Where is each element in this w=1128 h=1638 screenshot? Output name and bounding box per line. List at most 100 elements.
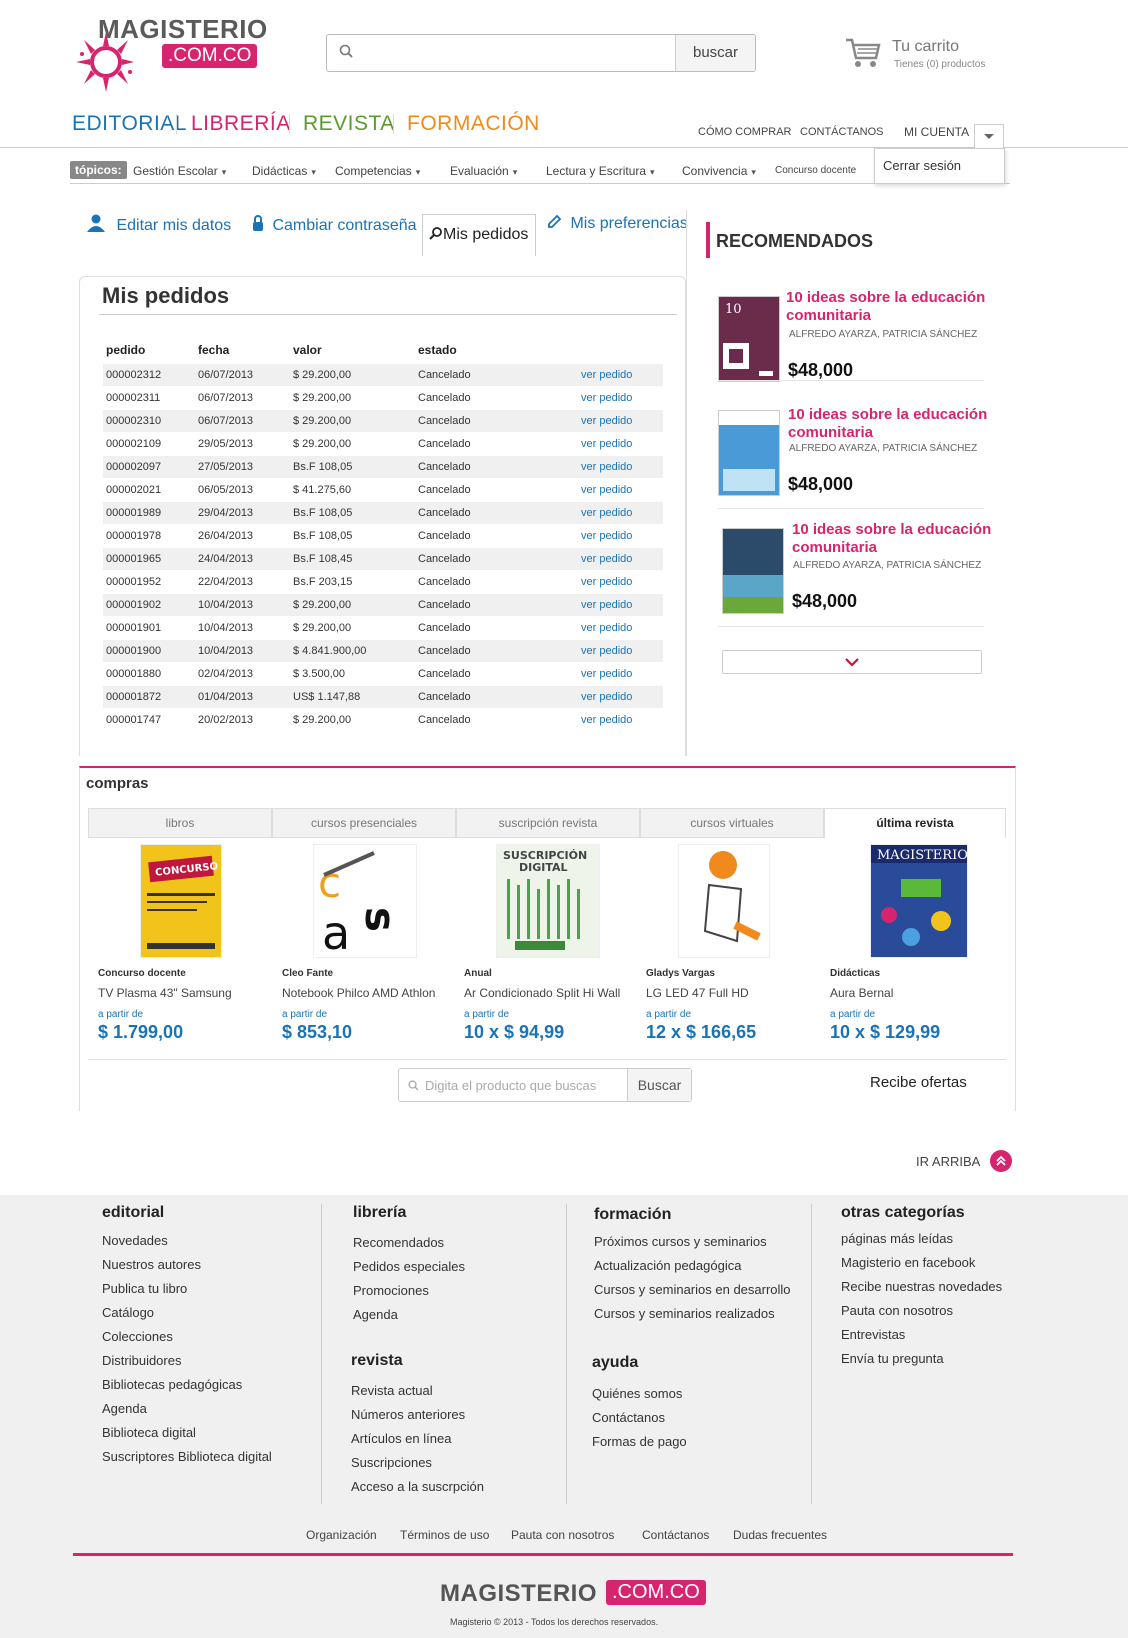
- view-order-link[interactable]: ver pedido: [581, 668, 632, 680]
- view-order-link[interactable]: ver pedido: [581, 691, 632, 703]
- view-order-link[interactable]: ver pedido: [581, 576, 632, 588]
- view-order-link[interactable]: ver pedido: [581, 714, 632, 726]
- footer-link[interactable]: Colecciones: [102, 1329, 173, 1344]
- view-order-link[interactable]: ver pedido: [581, 599, 632, 611]
- topic-item[interactable]: Lectura y Escritura ▾: [546, 164, 655, 178]
- tab-latest-issue[interactable]: última revista: [824, 808, 1006, 838]
- footer-link[interactable]: Recibe nuestras novedades: [841, 1279, 1002, 1294]
- footer-link[interactable]: Biblioteca digital: [102, 1425, 196, 1440]
- view-order-link[interactable]: ver pedido: [581, 415, 632, 427]
- footer-bottom-link[interactable]: Dudas frecuentes: [733, 1528, 827, 1542]
- footer-link[interactable]: Acceso a la suscrpción: [351, 1479, 484, 1494]
- book-cover[interactable]: [722, 528, 784, 614]
- back-to-top-link[interactable]: IR ARRIBA: [916, 1154, 980, 1169]
- view-order-link[interactable]: ver pedido: [581, 461, 632, 473]
- view-order-link[interactable]: ver pedido: [581, 369, 632, 381]
- topic-item[interactable]: Evaluación ▾: [450, 164, 517, 178]
- logo-domain-box[interactable]: .COM.CO: [162, 44, 258, 68]
- footer-link[interactable]: Formas de pago: [592, 1434, 687, 1449]
- product-image[interactable]: CONCURSO: [140, 844, 222, 958]
- footer-link[interactable]: Cursos y seminarios en desarrollo: [594, 1282, 791, 1297]
- footer-link[interactable]: Envía tu pregunta: [841, 1351, 944, 1366]
- footer-bottom-link[interactable]: Contáctanos: [642, 1528, 709, 1542]
- footer-link[interactable]: Bibliotecas pedagógicas: [102, 1377, 242, 1392]
- shopping-cart-icon[interactable]: [844, 36, 882, 70]
- view-order-link[interactable]: ver pedido: [581, 645, 632, 657]
- search-button[interactable]: buscar: [675, 35, 755, 71]
- footer-link[interactable]: páginas más leídas: [841, 1231, 953, 1246]
- nav-revista[interactable]: REVISTA: [303, 112, 395, 136]
- footer-link[interactable]: Actualización pedagógica: [594, 1258, 741, 1273]
- view-order-link[interactable]: ver pedido: [581, 622, 632, 634]
- product-name[interactable]: Aura Bernal: [830, 986, 893, 1000]
- tab-my-orders[interactable]: Mis pedidos: [422, 214, 536, 256]
- product-search-button[interactable]: Buscar: [627, 1069, 691, 1101]
- footer-logo-wordmark[interactable]: MAGISTERIO: [440, 1580, 597, 1608]
- footer-link[interactable]: Suscriptores Biblioteca digital: [102, 1449, 272, 1464]
- footer-link[interactable]: Publica tu libro: [102, 1281, 187, 1296]
- product-image[interactable]: cas: [313, 844, 417, 960]
- tab-virtual-courses[interactable]: cursos virtuales: [640, 808, 824, 838]
- footer-link[interactable]: Agenda: [102, 1401, 147, 1416]
- nav-formacion[interactable]: FORMACIÓN: [407, 112, 540, 136]
- footer-link[interactable]: Nuestros autores: [102, 1257, 201, 1272]
- topic-item[interactable]: Didácticas ▾: [252, 164, 316, 178]
- product-name[interactable]: Ar Condicionado Split Hi Wall: [464, 986, 620, 1000]
- footer-bottom-link[interactable]: Términos de uso: [400, 1528, 489, 1542]
- product-search-input[interactable]: Digita el producto que buscas: [425, 1078, 596, 1093]
- footer-link[interactable]: Pedidos especiales: [353, 1259, 465, 1274]
- footer-link[interactable]: Números anteriores: [351, 1407, 465, 1422]
- footer-link[interactable]: Distribuidores: [102, 1353, 181, 1368]
- product-image[interactable]: MAGISTERIO: [870, 844, 968, 958]
- footer-link[interactable]: Recomendados: [353, 1235, 444, 1250]
- contact-link[interactable]: CONTÁCTANOS: [800, 126, 884, 138]
- product-name[interactable]: Notebook Philco AMD Athlon: [282, 986, 435, 1000]
- back-to-top-button[interactable]: [990, 1150, 1012, 1172]
- topic-item[interactable]: Convivencia ▾: [682, 164, 756, 178]
- product-image[interactable]: [678, 844, 770, 958]
- view-order-link[interactable]: ver pedido: [581, 438, 632, 450]
- footer-link[interactable]: Pauta con nosotros: [841, 1303, 953, 1318]
- nav-editorial[interactable]: EDITORIAL: [72, 112, 187, 136]
- book-cover[interactable]: 10: [718, 296, 780, 382]
- logo-wordmark[interactable]: MAGISTERIO: [98, 14, 268, 45]
- footer-bottom-link[interactable]: Pauta con nosotros: [511, 1528, 614, 1542]
- footer-link[interactable]: Contáctanos: [592, 1410, 665, 1425]
- view-order-link[interactable]: ver pedido: [581, 484, 632, 496]
- footer-logo-domain-box[interactable]: .COM.CO: [606, 1580, 706, 1605]
- topic-item[interactable]: Concurso docente: [775, 165, 856, 176]
- footer-link[interactable]: Suscripciones: [351, 1455, 432, 1470]
- nav-libreria[interactable]: LIBRERÍA: [191, 112, 291, 136]
- tab-change-password[interactable]: Cambiar contraseña: [252, 214, 417, 235]
- account-dropdown-toggle[interactable]: [974, 124, 1004, 150]
- view-order-link[interactable]: ver pedido: [581, 530, 632, 542]
- footer-link[interactable]: Quiénes somos: [592, 1386, 682, 1401]
- recommended-book-title[interactable]: 10 ideas sobre la educación comunitaria: [792, 521, 1012, 557]
- topic-item[interactable]: Gestión Escolar ▾: [133, 164, 226, 178]
- tab-books[interactable]: libros: [88, 808, 272, 838]
- tab-preferences[interactable]: Mis preferencias: [546, 214, 688, 233]
- footer-link[interactable]: Revista actual: [351, 1383, 433, 1398]
- tab-subscription[interactable]: suscripción revista: [456, 808, 640, 838]
- footer-link[interactable]: Catálogo: [102, 1305, 154, 1320]
- product-image[interactable]: SUSCRIPCIÓN DIGITAL: [496, 844, 600, 958]
- product-name[interactable]: TV Plasma 43" Samsung: [98, 986, 232, 1000]
- my-account-link[interactable]: MI CUENTA: [904, 125, 969, 139]
- topic-item[interactable]: Competencias ▾: [335, 164, 420, 178]
- footer-link[interactable]: Cursos y seminarios realizados: [594, 1306, 775, 1321]
- book-cover[interactable]: [718, 410, 780, 496]
- logout-menu-item[interactable]: Cerrar sesión: [874, 148, 1005, 184]
- footer-link[interactable]: Novedades: [102, 1233, 168, 1248]
- footer-link[interactable]: Magisterio en facebook: [841, 1255, 975, 1270]
- footer-link[interactable]: Entrevistas: [841, 1327, 905, 1342]
- footer-link[interactable]: Agenda: [353, 1307, 398, 1322]
- how-to-buy-link[interactable]: CÓMO COMPRAR: [698, 126, 792, 138]
- view-order-link[interactable]: ver pedido: [581, 507, 632, 519]
- footer-bottom-link[interactable]: Organización: [306, 1528, 377, 1542]
- search-input[interactable]: [361, 41, 661, 65]
- product-name[interactable]: LG LED 47 Full HD: [646, 986, 749, 1000]
- view-order-link[interactable]: ver pedido: [581, 553, 632, 565]
- recommended-book-title[interactable]: 10 ideas sobre la educación comunitaria: [788, 406, 1008, 442]
- cart-title[interactable]: Tu carrito: [892, 38, 959, 56]
- recommended-book-title[interactable]: 10 ideas sobre la educación comunitaria: [786, 289, 1006, 325]
